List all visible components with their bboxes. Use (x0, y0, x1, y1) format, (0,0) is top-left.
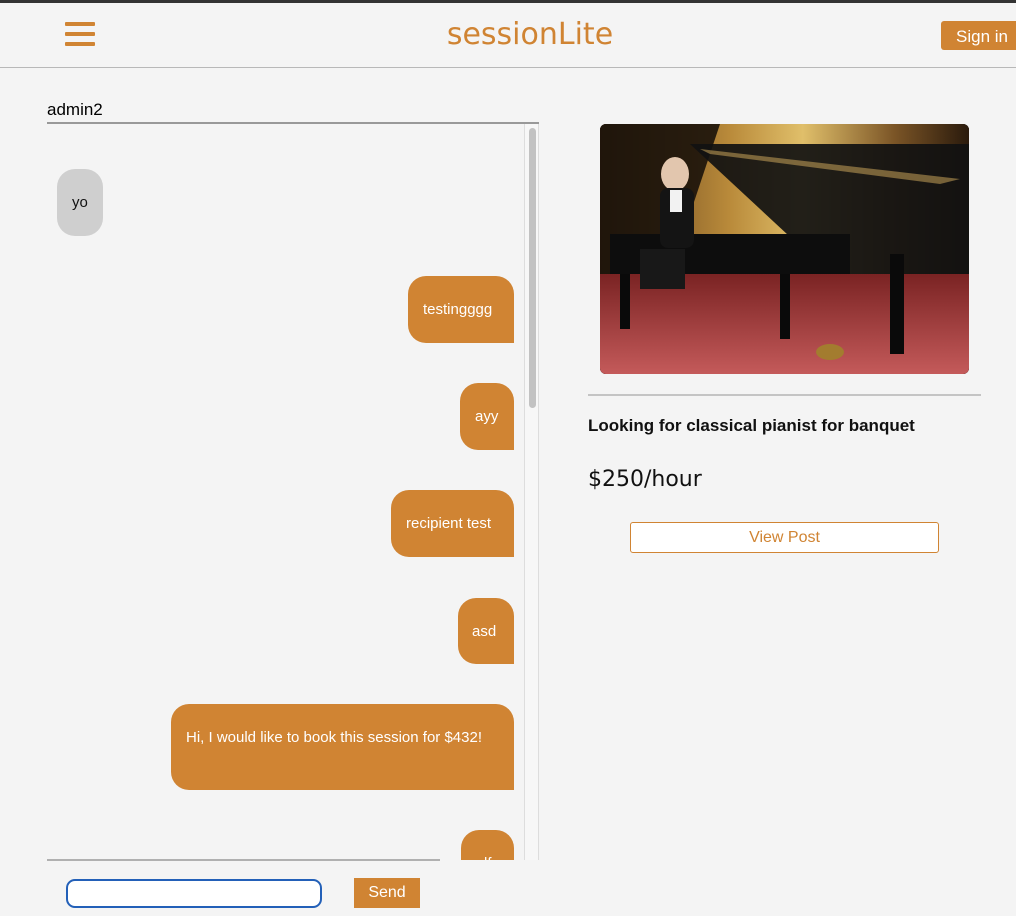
message-input[interactable] (66, 879, 322, 908)
message-bubble-outgoing: testingggg (408, 276, 514, 343)
message-bubble-outgoing: Hi, I would like to book this session fo… (171, 704, 514, 790)
send-button[interactable]: Send (354, 878, 420, 908)
chat-recipient-name: admin2 (47, 100, 103, 119)
message-list[interactable]: yo testingggg ayy recipient test asd Hi,… (47, 124, 524, 860)
message-list-scrollbar[interactable] (524, 124, 539, 860)
post-title: Looking for classical pianist for banque… (588, 416, 915, 435)
pianist-photo-illustration (600, 124, 969, 374)
message-bubble-outgoing: asd (458, 598, 514, 664)
post-price: $250/hour (588, 467, 702, 492)
pianist-photo (600, 124, 969, 374)
message-bubble-outgoing: df (461, 830, 514, 860)
app-header: sessionLite Sign in (0, 3, 1016, 68)
message-bubble-outgoing: ayy (460, 383, 514, 450)
view-post-button[interactable]: View Post (630, 522, 939, 553)
message-bubble-incoming: yo (57, 169, 103, 236)
sign-in-button[interactable]: Sign in (941, 21, 1016, 50)
brand-title[interactable]: sessionLite (0, 17, 1016, 52)
post-divider (588, 394, 981, 396)
scrollbar-thumb[interactable] (529, 128, 536, 408)
composer-divider (47, 859, 440, 861)
message-bubble-outgoing: recipient test (391, 490, 514, 557)
